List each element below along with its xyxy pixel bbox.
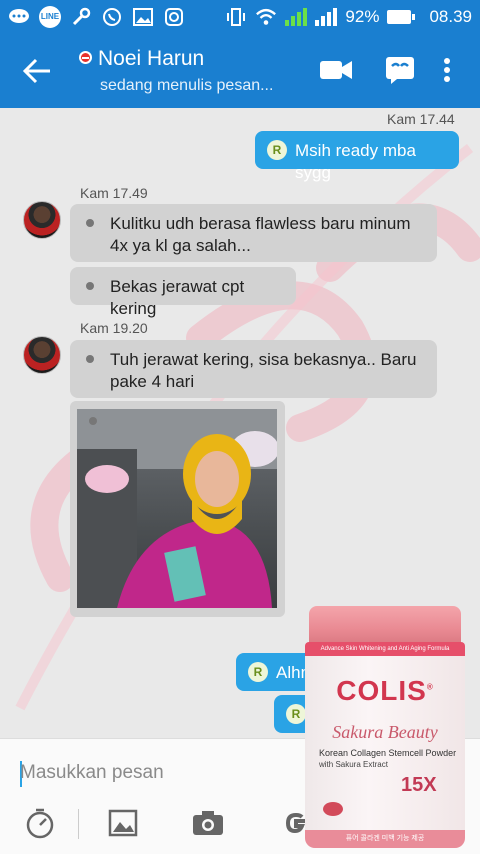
product-jar-image: Advance Skin Whitening and Anti Aging Fo… <box>305 606 465 848</box>
battery-percent: 92% <box>345 6 380 26</box>
incoming-photo-message[interactable] <box>70 401 285 617</box>
timer-icon <box>26 808 54 839</box>
selfie-photo[interactable] <box>77 409 277 608</box>
contact-avatar[interactable] <box>23 336 61 374</box>
jar-band-text: Advance Skin Whitening and Anti Aging Fo… <box>305 642 465 656</box>
wrench-icon <box>70 7 92 27</box>
bullet-icon <box>86 355 94 363</box>
gallery-button[interactable] <box>105 805 141 841</box>
clock: 08.39 <box>429 6 472 26</box>
message-text: Kulitku udh berasa flawless baru minum 4… <box>110 214 411 255</box>
message-timestamp: Kam 17.49 <box>80 185 148 201</box>
incoming-message[interactable]: Kulitku udh berasa flawless baru minum 4… <box>70 204 437 262</box>
message-timestamp: Kam 19.20 <box>80 320 148 336</box>
product-script-name: Sakura Beauty <box>332 722 438 742</box>
jar-label: Advance Skin Whitening and Anti Aging Fo… <box>305 642 465 848</box>
bullet-icon <box>86 219 94 227</box>
contact-name[interactable]: Noei Harun <box>98 47 204 71</box>
whatsapp-icon <box>101 7 123 27</box>
bullet-icon <box>86 282 94 290</box>
gallery-icon <box>108 809 138 837</box>
outgoing-message[interactable]: R Msih ready mba sygg <box>255 131 459 182</box>
message-text: Tuh jerawat kering, sisa bekasnya.. Baru… <box>110 350 417 391</box>
typing-status: sedang menulis pesan... <box>100 77 274 94</box>
read-receipt-badge: R <box>248 662 268 682</box>
video-call-button[interactable] <box>318 53 354 87</box>
busy-status-icon <box>79 51 92 64</box>
camera-button[interactable] <box>190 805 226 841</box>
message-text: Msih ready mba sygg <box>295 141 416 182</box>
incoming-message[interactable]: Bekas jerawat cpt kering <box>70 267 296 318</box>
photo-image <box>77 409 277 608</box>
bullet-icon <box>89 417 97 425</box>
line-icon: LINE <box>39 5 61 28</box>
more-options-button[interactable] <box>436 53 458 87</box>
jar-footer-text: 퓨어 콜라겐 미백 기능 제공 <box>305 830 465 848</box>
status-bar: LINE 92% 08.39 <box>0 0 480 33</box>
signal-2-icon <box>315 7 338 26</box>
wifi-icon <box>255 7 277 27</box>
read-receipt-badge: R <box>267 140 287 160</box>
timer-button[interactable] <box>22 805 58 841</box>
chat-header: Noei Harun sedang menulis pesan... <box>0 33 480 108</box>
product-description: Korean Collagen Stemcell Powder <box>319 748 457 758</box>
message-timestamp: Kam 17.44 <box>387 111 455 127</box>
toolbar-divider <box>78 809 79 839</box>
product-extract: with Sakura Extract <box>319 760 388 769</box>
camera-icon <box>193 811 223 835</box>
sticker-button[interactable] <box>382 53 418 87</box>
battery-icon <box>387 9 416 24</box>
incoming-message[interactable]: Tuh jerawat kering, sisa bekasnya.. Baru… <box>70 340 437 398</box>
chat-bubble-icon <box>8 7 30 27</box>
strawberry-icon <box>323 802 343 816</box>
read-receipt-badge: R <box>286 704 306 724</box>
image-icon <box>132 7 154 27</box>
product-badge: 15X <box>401 774 437 796</box>
message-text: Bekas jerawat cpt kering <box>110 277 245 318</box>
vibrate-icon <box>225 7 247 27</box>
sticker-icon <box>386 57 414 84</box>
instagram-icon <box>163 7 185 27</box>
jar-lid <box>309 606 461 646</box>
back-button[interactable] <box>22 57 52 85</box>
signal-1-icon <box>285 7 308 26</box>
video-camera-icon <box>320 61 352 79</box>
more-vertical-icon <box>444 58 450 82</box>
brand-logo: COLIS® <box>336 675 434 706</box>
arrow-left-icon <box>22 58 50 84</box>
contact-avatar[interactable] <box>23 201 61 239</box>
message-input[interactable] <box>20 753 310 793</box>
